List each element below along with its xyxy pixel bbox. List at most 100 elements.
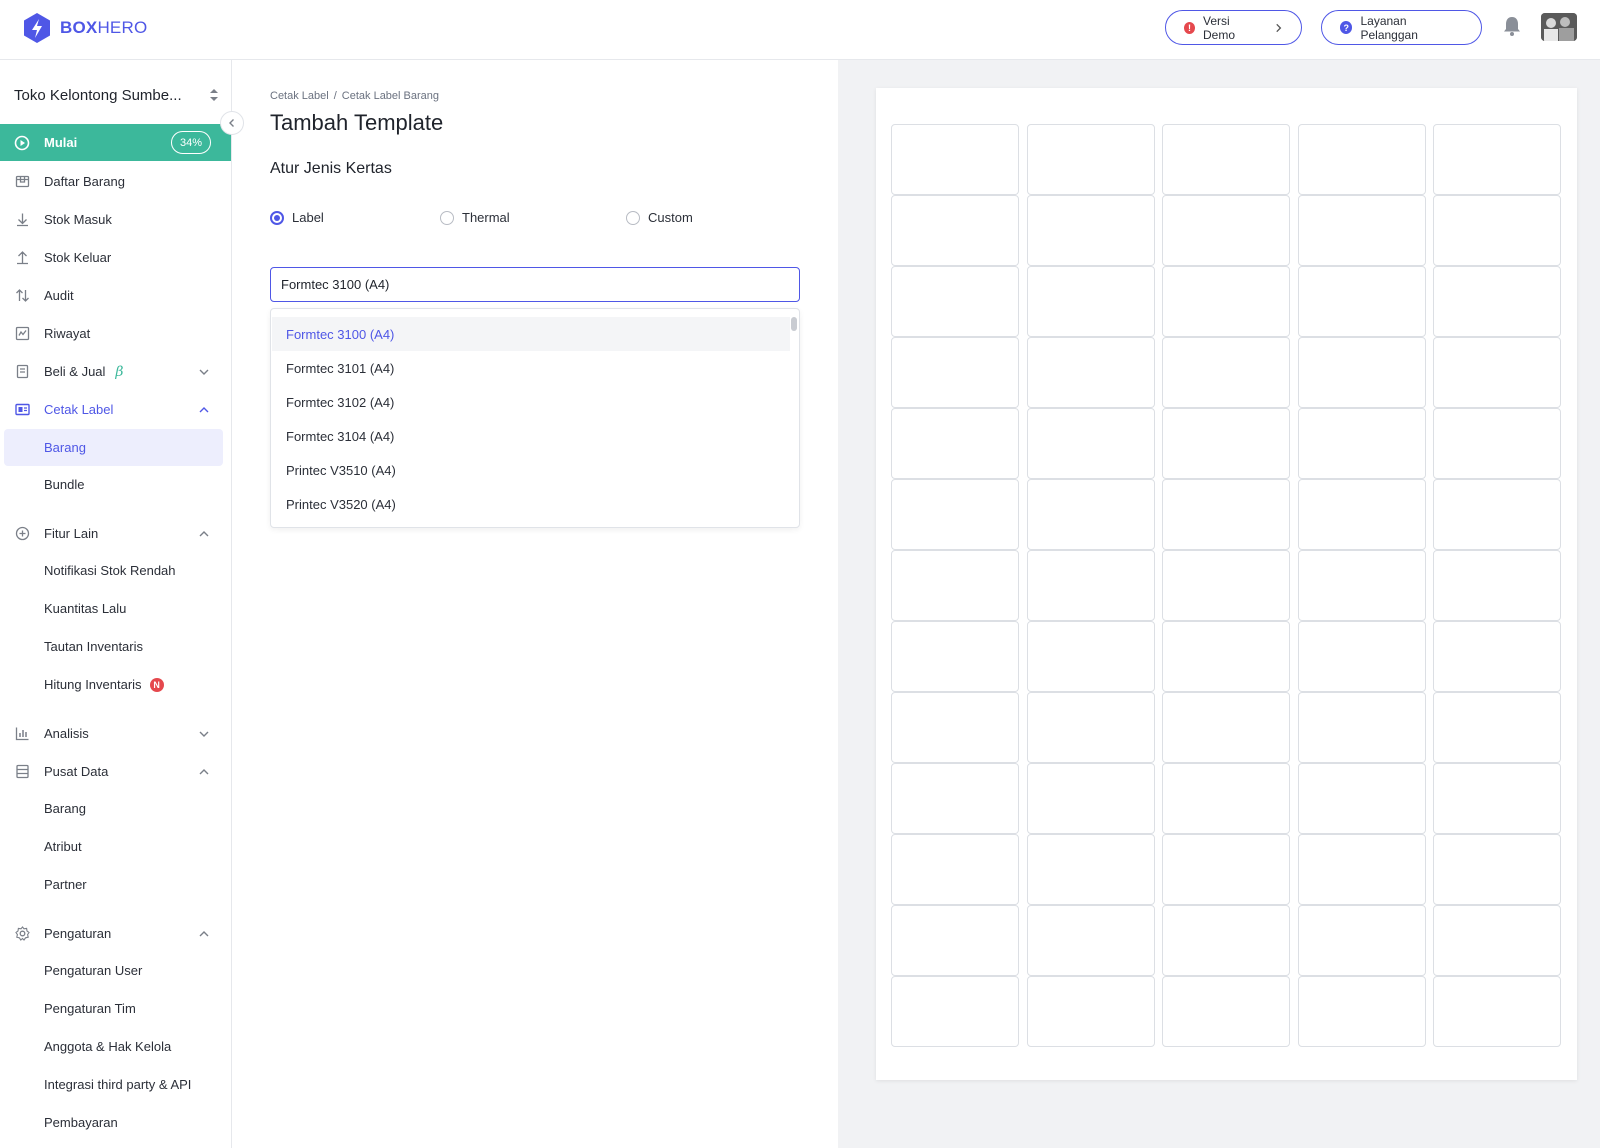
collapse-sidebar-button[interactable] (220, 111, 244, 135)
dropdown-option[interactable]: Formtec 3104 (A4) (272, 419, 790, 453)
label-cell (891, 905, 1019, 976)
sidebar-item-label: Daftar Barang (44, 174, 125, 189)
label-cell (1162, 408, 1290, 479)
sidebar-item-audit[interactable]: Audit (0, 277, 231, 314)
radio-button[interactable] (270, 210, 284, 225)
bell-icon[interactable] (1502, 15, 1522, 37)
sidebar-subitem-user-settings[interactable]: Pengaturan User (44, 952, 142, 989)
dropdown-option[interactable]: Formtec 3101 (A4) (272, 351, 790, 385)
dropdown-option[interactable]: Printec V3510 (A4) (272, 453, 790, 487)
alert-icon: ! (1184, 21, 1195, 34)
sidebar-item-label: Beli & Jual β (44, 363, 124, 380)
label-cell (1433, 692, 1561, 763)
sidebar-subitem-low-stock[interactable]: Notifikasi Stok Rendah (44, 552, 176, 589)
arrow-down-icon (14, 212, 30, 228)
label-cell (1026, 479, 1155, 550)
sidebar-item-data-center[interactable]: Pusat Data (0, 753, 231, 790)
label-cell (1297, 195, 1426, 266)
label-cell (1433, 763, 1561, 834)
sidebar-item-settings[interactable]: Pengaturan (0, 915, 231, 952)
label-cell (1162, 550, 1290, 621)
sidebar-subitem-inventory-link[interactable]: Tautan Inventaris (44, 628, 143, 665)
dropdown-option[interactable]: Formtec 3102 (A4) (272, 385, 790, 419)
sidebar-item-print-label[interactable]: Cetak Label (0, 391, 231, 428)
avatar-image (1541, 13, 1577, 41)
chevron-up-icon[interactable] (198, 528, 210, 540)
label-cell (1026, 905, 1155, 976)
sidebar-subitem-past-quantity[interactable]: Kuantitas Lalu (44, 590, 126, 627)
label-cell (891, 479, 1019, 550)
label-cell (1026, 337, 1155, 408)
sidebar-item-item-list[interactable]: Daftar Barang (0, 163, 231, 200)
radio-option-label[interactable]: Label (270, 210, 324, 225)
radio-option-thermal[interactable]: Thermal (440, 210, 510, 225)
sidebar-subitem-payment[interactable]: Pembayaran (44, 1104, 118, 1141)
chevron-up-icon[interactable] (198, 404, 210, 416)
chevron-down-icon[interactable] (198, 366, 210, 378)
sidebar-subitem-inventory-count[interactable]: Hitung Inventaris N (44, 666, 164, 703)
sidebar-item-start[interactable]: Mulai 34% (0, 124, 231, 161)
label-icon (14, 402, 30, 418)
help-icon: ? (1340, 21, 1353, 34)
scrollbar[interactable] (791, 317, 797, 331)
customer-service-button[interactable]: ? Layanan Pelanggan (1321, 10, 1482, 45)
plus-circle-icon (14, 526, 30, 542)
label-cell (1297, 408, 1426, 479)
label-cell (1162, 621, 1290, 692)
label-cell (1297, 976, 1426, 1047)
page-title: Tambah Template (270, 110, 444, 135)
radio-button[interactable] (626, 210, 640, 225)
chevron-up-icon[interactable] (198, 928, 210, 940)
section-title: Atur Jenis Kertas (270, 160, 392, 177)
sidebar-subitem-integrations[interactable]: Integrasi third party & API (44, 1066, 191, 1103)
sidebar-item-label: Pusat Data (44, 764, 109, 779)
store-selector[interactable]: Toko Kelontong Sumbe... (14, 80, 220, 110)
avatar[interactable] (1541, 13, 1577, 41)
sidebar-item-label: Riwayat (44, 326, 91, 341)
label-cell (1297, 479, 1426, 550)
label-cell (1297, 763, 1426, 834)
label-cell (1026, 976, 1155, 1047)
progress-badge: 34% (171, 131, 211, 154)
sidebar-item-history[interactable]: Riwayat (0, 315, 231, 352)
sidebar-item-buy-sell[interactable]: Beli & Jual β (0, 353, 231, 390)
sidebar-subitem-attributes[interactable]: Atribut (44, 828, 82, 865)
chevron-down-icon[interactable] (198, 728, 210, 740)
dropdown-option[interactable]: Printec V3520 (A4) (272, 487, 790, 521)
label-cell (891, 621, 1019, 692)
label-cell (891, 763, 1019, 834)
sidebar-item-analysis[interactable]: Analisis (0, 715, 231, 752)
sidebar-subitem-label: Hitung Inventaris (44, 677, 142, 692)
sidebar-item-label: Fitur Lain (44, 526, 99, 541)
chevron-up-icon[interactable] (198, 766, 210, 778)
label-preview-area (838, 60, 1600, 1148)
breadcrumb-link[interactable]: Cetak Label (270, 90, 329, 102)
label-cell (891, 266, 1019, 337)
logo[interactable]: BOXHERO (22, 12, 147, 44)
label-cell (1026, 266, 1155, 337)
demo-version-button[interactable]: ! Versi Demo (1165, 10, 1302, 45)
paper-type-select[interactable]: Formtec 3100 (A4) (270, 267, 800, 302)
sidebar-subitem-bundle-label[interactable]: Bundle (44, 466, 84, 503)
sort-arrows-icon (210, 89, 218, 101)
label-cell (1433, 976, 1561, 1047)
radio-option-custom[interactable]: Custom (626, 210, 693, 225)
label-cell (1297, 905, 1426, 976)
sidebar-subitem-team-settings[interactable]: Pengaturan Tim (44, 990, 136, 1027)
sidebar-item-stock-in[interactable]: Stok Masuk (0, 201, 231, 238)
radio-button[interactable] (440, 210, 454, 225)
main-content: Cetak Label / Cetak Label Barang Tambah … (232, 60, 838, 1148)
label-cell (1162, 266, 1290, 337)
breadcrumb-current: Cetak Label Barang (341, 90, 440, 102)
sidebar-subitem-partner[interactable]: Partner (44, 866, 87, 903)
dropdown-option[interactable]: Formtec 3100 (A4) (272, 317, 790, 351)
sidebar-item-stock-out[interactable]: Stok Keluar (0, 239, 231, 276)
sidebar-item-label: Cetak Label (44, 402, 114, 417)
label-cell (1026, 195, 1155, 266)
sidebar-item-other-features[interactable]: Fitur Lain (0, 515, 231, 552)
sidebar-subitem-item-label[interactable]: Barang (4, 429, 223, 466)
label-cell (891, 692, 1019, 763)
label-cell (1433, 834, 1561, 905)
sidebar-subitem-members[interactable]: Anggota & Hak Kelola (44, 1028, 171, 1065)
sidebar-subitem-items[interactable]: Barang (44, 790, 86, 827)
